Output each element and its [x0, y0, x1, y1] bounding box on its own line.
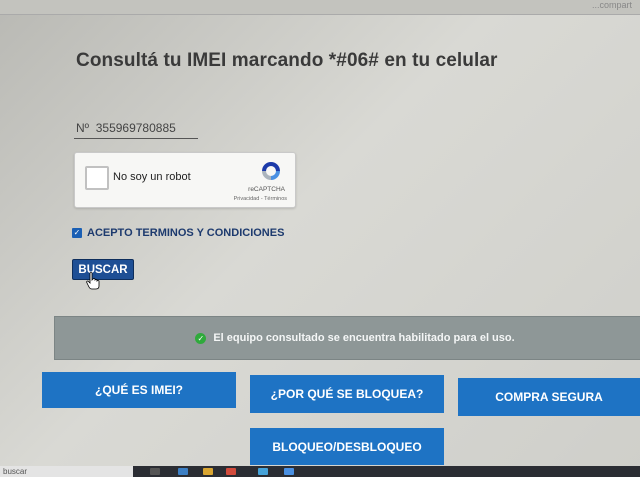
top-strip-text: ...compart	[591, 0, 632, 10]
os-taskbar: buscar	[0, 466, 640, 477]
what-is-imei-button[interactable]: ¿QUÉ ES IMEI?	[42, 372, 236, 408]
chrome-icon[interactable]	[226, 468, 236, 475]
status-banner: ✓ El equipo consultado se encuentra habi…	[54, 316, 640, 360]
block-unblock-button[interactable]: BLOQUEO/DESBLOQUEO	[250, 428, 444, 465]
why-blocked-button[interactable]: ¿POR QUÉ SE BLOQUEA?	[250, 375, 444, 413]
checkbox-checked-icon[interactable]: ✓	[72, 228, 82, 238]
top-browser-strip: ...compart	[0, 0, 640, 15]
recaptcha-links[interactable]: Privacidad - Términos	[234, 196, 287, 202]
store-icon[interactable]	[258, 468, 268, 475]
recaptcha-brand: reCAPTCHA	[248, 186, 285, 193]
check-circle-icon: ✓	[195, 332, 207, 344]
secure-purchase-button[interactable]: COMPRA SEGURA	[458, 378, 640, 416]
recaptcha-label: No soy un robot	[113, 171, 191, 183]
recaptcha-checkbox[interactable]	[85, 166, 109, 190]
recaptcha-widget: No soy un robot reCAPTCHA Privacidad - T…	[74, 152, 296, 208]
hand-cursor-icon	[86, 272, 100, 290]
recaptcha-logo-icon	[262, 162, 280, 180]
folder-icon[interactable]	[203, 468, 213, 475]
imei-input[interactable]	[74, 118, 198, 139]
terms-checkbox-row[interactable]: ✓ ACEPTO TERMINOS Y CONDICIONES	[72, 227, 284, 239]
taskview-icon[interactable]	[150, 468, 160, 475]
terms-label: ACEPTO TERMINOS Y CONDICIONES	[87, 227, 285, 239]
search-button[interactable]: BUSCAR	[72, 259, 134, 280]
edge-icon[interactable]	[178, 468, 188, 475]
status-message: El equipo consultado se encuentra habili…	[213, 332, 515, 344]
mail-icon[interactable]	[284, 468, 294, 475]
taskbar-search[interactable]: buscar	[0, 466, 133, 477]
page-title: Consultá tu IMEI marcando *#06# en tu ce…	[76, 50, 498, 71]
